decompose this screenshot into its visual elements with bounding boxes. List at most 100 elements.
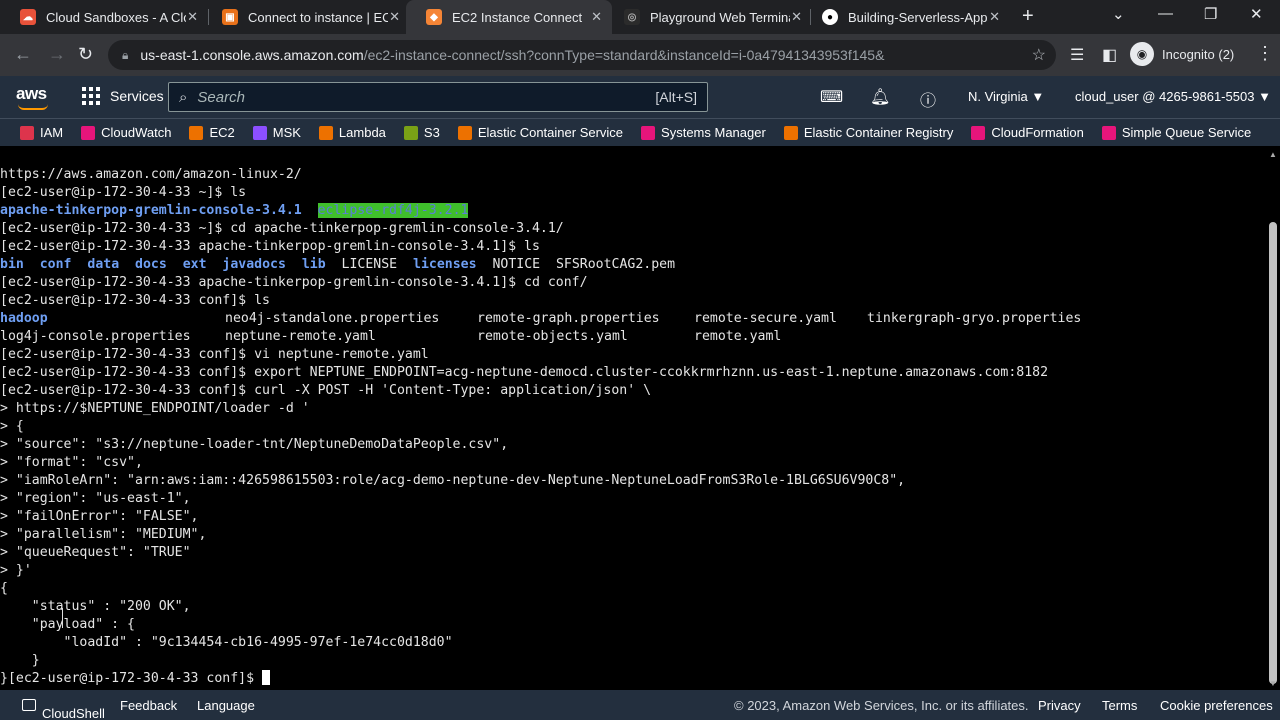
favorite-systems-manager[interactable]: Systems Manager xyxy=(641,125,766,140)
favorite-ecs[interactable]: Elastic Container Service xyxy=(457,125,623,140)
favorite-cloudwatch[interactable]: CloudWatch xyxy=(81,125,171,140)
scroll-down-arrow-icon[interactable]: ▼ xyxy=(1269,679,1277,688)
ls-dir-entry: licenses xyxy=(413,257,477,272)
aws-smile-icon xyxy=(18,104,48,110)
close-tab-icon[interactable]: ✕ xyxy=(989,9,1000,25)
scrollbar-thumb[interactable] xyxy=(1269,222,1277,684)
cloudwatch-icon xyxy=(81,125,96,140)
terminal-line: > "iamRoleArn": "arn:aws:iam::4265986155… xyxy=(0,473,906,488)
cloudshell-icon[interactable]: ⌨ xyxy=(820,87,843,107)
ls-dir-entry: docs xyxy=(135,257,167,272)
ls-dir-entry: lib xyxy=(301,257,326,272)
browser-menu-icon[interactable]: ⋮ xyxy=(1256,43,1274,64)
side-panel-icon[interactable]: ◧ xyxy=(1102,45,1117,65)
terminal-cursor xyxy=(262,670,271,685)
region-selector[interactable]: N. Virginia ▼ xyxy=(968,89,1044,104)
language-selector[interactable]: Language xyxy=(197,698,255,713)
search-shortcut-hint: [Alt+S] xyxy=(655,89,697,105)
reload-icon[interactable]: ↻ xyxy=(78,44,93,65)
browser-tab-connect-instance[interactable]: ▣ Connect to instance | EC2 ✕ xyxy=(202,0,410,34)
close-tab-icon[interactable]: ✕ xyxy=(591,9,602,25)
notifications-bell-icon[interactable]: 🔔︎ xyxy=(870,87,890,107)
browser-toolbar: ← → ↻ 🔒︎ us-east-1.console.aws.amazon.co… xyxy=(0,34,1280,76)
ls-file-entry: neo4j-standalone.properties xyxy=(225,311,440,326)
ls-file-entry: neptune-remote.yaml xyxy=(225,329,376,344)
ssh-terminal[interactable]: https://aws.amazon.com/amazon-linux-2/ [… xyxy=(0,148,1266,690)
favorite-msk[interactable]: MSK xyxy=(252,125,301,140)
playground-icon: ◎ xyxy=(624,9,640,25)
help-icon[interactable]: ⓘ xyxy=(920,87,936,111)
ls-file-entry: remote-graph.properties xyxy=(477,311,660,326)
reading-list-icon[interactable]: ☰ xyxy=(1070,45,1084,65)
feedback-link[interactable]: Feedback xyxy=(120,698,177,713)
forward-arrow-icon[interactable]: → xyxy=(48,44,66,65)
terminal-line: [ec2-user@ip-172-30-4-33 conf]$ ls xyxy=(0,293,270,308)
new-tab-icon[interactable]: + xyxy=(1022,5,1034,28)
browser-tab-ec2-instance-connect[interactable]: ◆ EC2 Instance Connect ✕ xyxy=(406,0,612,34)
close-window-icon[interactable]: ✕ xyxy=(1250,5,1263,23)
back-arrow-icon[interactable]: ← xyxy=(14,44,32,65)
aws-logo[interactable]: aws xyxy=(16,84,48,110)
cloudformation-icon xyxy=(971,125,986,140)
terminal-prompt-line[interactable]: }[ec2-user@ip-172-30-4-33 conf]$ xyxy=(0,670,271,688)
text-cursor-ibeam-icon xyxy=(62,608,65,628)
ecr-icon xyxy=(783,125,798,140)
msk-icon xyxy=(252,125,267,140)
incognito-profile[interactable]: ◉ Incognito (2) xyxy=(1130,42,1234,66)
url-path: /ec2-instance-connect/ssh?connType=stand… xyxy=(363,47,886,63)
systems-manager-icon xyxy=(641,125,656,140)
services-menu-button[interactable]: Services xyxy=(82,87,164,105)
favorite-iam[interactable]: IAM xyxy=(20,125,63,140)
scroll-up-arrow-icon[interactable]: ▲ xyxy=(1269,150,1277,159)
ls-file-entry: remote-secure.yaml xyxy=(694,311,837,326)
terminal-line: https://aws.amazon.com/amazon-linux-2/ xyxy=(0,167,302,182)
favorite-ecr[interactable]: Elastic Container Registry xyxy=(783,125,953,140)
ls-highlighted-dir: eclipse-rdf4j-3.2.1 xyxy=(317,203,469,218)
favorite-sqs[interactable]: Simple Queue Service xyxy=(1101,125,1251,140)
ls-file-entry: tinkergraph-gryo.properties xyxy=(867,311,1082,326)
privacy-link[interactable]: Privacy xyxy=(1038,698,1081,713)
favorite-lambda[interactable]: Lambda xyxy=(318,125,386,140)
services-grid-icon xyxy=(82,87,100,105)
ls-file-entry: LICENSE xyxy=(341,257,398,272)
ls-dir-entry: bin xyxy=(0,257,24,272)
minimize-icon[interactable]: — xyxy=(1158,5,1173,22)
ls-file-entry: log4j-console.properties xyxy=(0,329,191,344)
close-tab-icon[interactable]: ✕ xyxy=(187,9,198,25)
search-icon: ⌕ xyxy=(179,88,188,106)
cookie-preferences-link[interactable]: Cookie preferences xyxy=(1160,698,1273,713)
github-icon: ● xyxy=(822,9,838,25)
terminal-line: > "source": "s3://neptune-loader-tnt/Nep… xyxy=(0,437,509,452)
restore-icon[interactable]: ❐ xyxy=(1204,5,1217,23)
browser-tab-github[interactable]: ● Building-Serverless-Apps ✕ xyxy=(802,0,1010,34)
terminal-line: [ec2-user@ip-172-30-4-33 apache-tinkerpo… xyxy=(0,275,588,290)
account-menu[interactable]: cloud_user @ 4265-9861-5503 ▼ xyxy=(1075,89,1271,104)
cloudshell-footer-button[interactable]: CloudShell xyxy=(22,698,105,720)
aws-ec2-icon: ▣ xyxy=(222,9,238,25)
terminal-line: > https://$NEPTUNE_ENDPOINT/loader -d ' xyxy=(0,401,310,416)
terminal-scrollbar[interactable]: ▲ ▼ xyxy=(1266,148,1280,690)
copyright-text: © 2023, Amazon Web Services, Inc. or its… xyxy=(734,698,1029,713)
terms-link[interactable]: Terms xyxy=(1102,698,1137,713)
terminal-line: { xyxy=(0,581,8,596)
ls-dir-entry: hadoop xyxy=(0,311,48,326)
close-tab-icon[interactable]: ✕ xyxy=(791,9,802,25)
address-bar[interactable]: 🔒︎ us-east-1.console.aws.amazon.com/ec2-… xyxy=(108,40,1056,70)
ls-file-entry: remote.yaml xyxy=(694,329,782,344)
terminal-line: > "region": "us-east-1", xyxy=(0,491,191,506)
favorite-cloudformation[interactable]: CloudFormation xyxy=(971,125,1084,140)
caret-down-icon: ▼ xyxy=(1031,89,1045,104)
aws-search-input[interactable]: ⌕ Search [Alt+S] xyxy=(168,82,708,112)
favorite-s3[interactable]: S3 xyxy=(403,125,440,140)
browser-tab-playground[interactable]: ◎ Playground Web Terminal ✕ xyxy=(604,0,812,34)
tab-search-chevron-icon[interactable]: ⌄ xyxy=(1112,5,1125,23)
favorite-ec2[interactable]: EC2 xyxy=(189,125,235,140)
close-tab-icon[interactable]: ✕ xyxy=(389,9,400,25)
terminal-line: > "format": "csv", xyxy=(0,455,143,470)
browser-tab-cloud-sandboxes[interactable]: ☁ Cloud Sandboxes - A Clou ✕ xyxy=(0,0,208,34)
bookmark-star-icon[interactable]: ☆ xyxy=(1032,45,1046,65)
aws-cube-icon: ◆ xyxy=(426,9,442,25)
ls-file-entry: remote-objects.yaml xyxy=(477,329,628,344)
aws-console-footer: CloudShell Feedback Language © 2023, Ama… xyxy=(0,690,1280,720)
ecs-icon xyxy=(457,125,472,140)
